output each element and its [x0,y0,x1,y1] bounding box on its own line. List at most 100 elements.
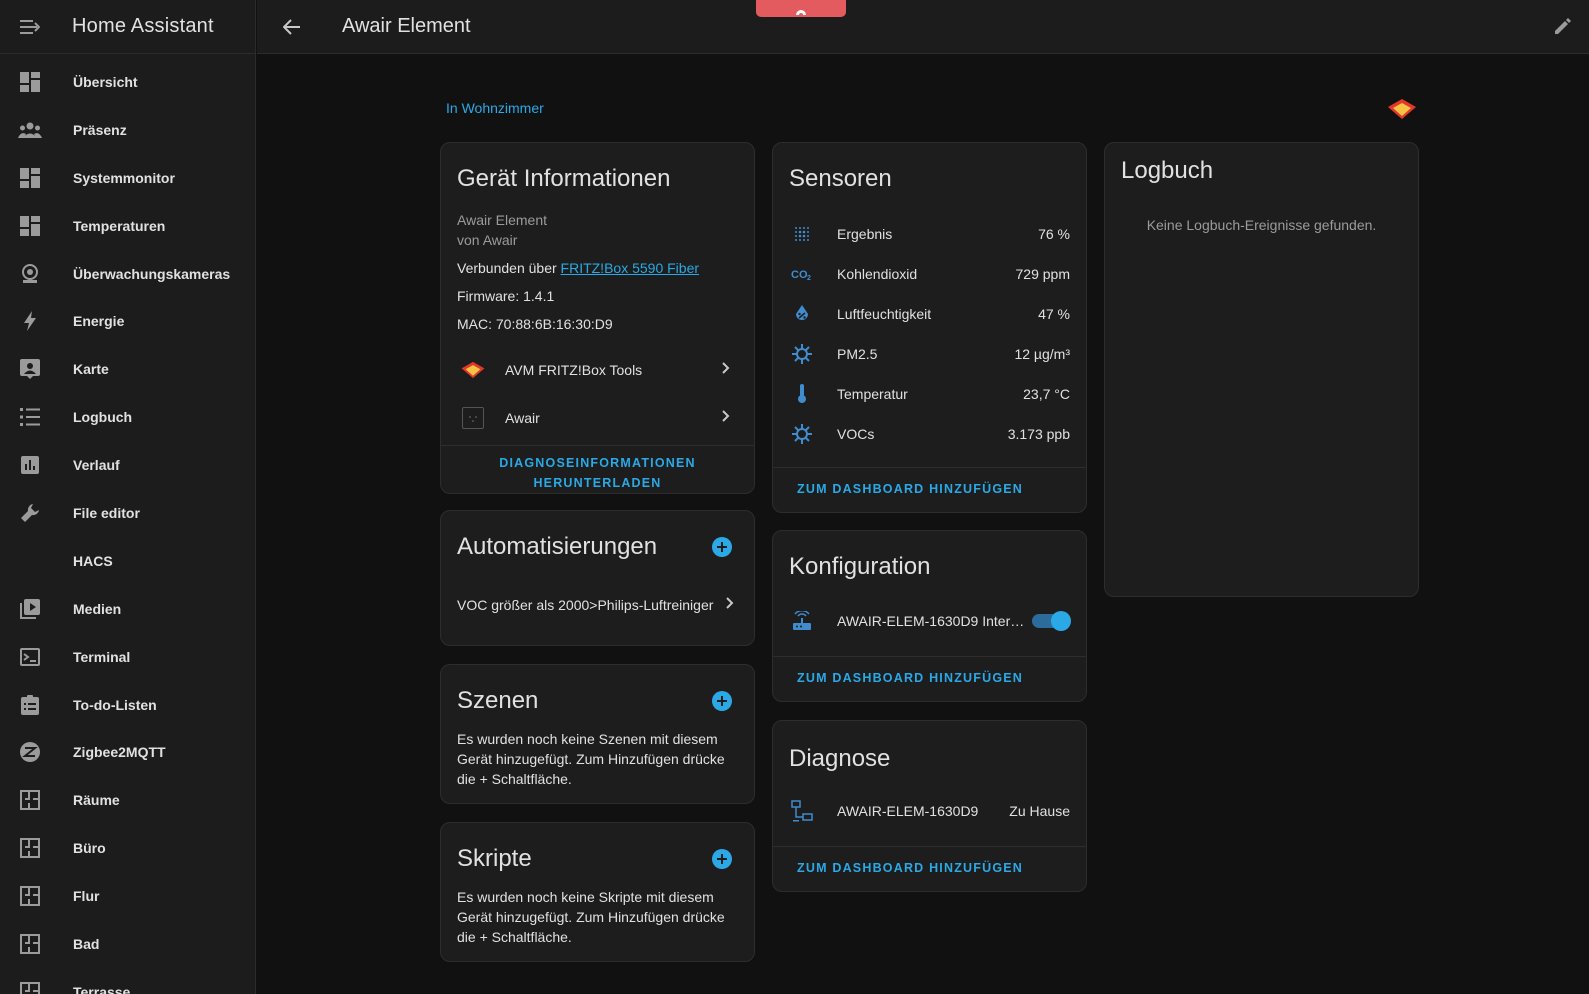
integration-row-awair[interactable]: Awair [441,400,754,436]
card-divider [441,445,754,446]
device-model: Awair Element [457,212,548,228]
sensor-row[interactable]: Luftfeuchtigkeit 47 % [773,299,1086,329]
sensor-label: Ergebnis [837,226,893,242]
sidebar-item-verlauf[interactable]: Verlauf [0,441,255,489]
configuration-add-to-dashboard-button[interactable]: ZUM DASHBOARD HINZUFÜGEN [797,671,1023,685]
sensor-row[interactable]: PM2.5 12 µg/m³ [773,339,1086,369]
sensors-add-to-dashboard-button[interactable]: ZUM DASHBOARD HINZUFÜGEN [797,482,1023,496]
sidebar-item-uebersicht[interactable]: Übersicht [0,58,255,106]
configuration-row: AWAIR-ELEM-1630D9 Inter… [773,603,1086,639]
integration-row-fritz[interactable]: AVM FRITZ!Box Tools [441,352,754,388]
floor-plan-icon [18,836,42,860]
sidebar-item-label: HACS [73,552,113,569]
sidebar-item-logbuch[interactable]: Logbuch [0,393,255,441]
account-box-icon [18,357,42,381]
sensor-row[interactable]: CO 2 Kohlendioxid 729 ppm [773,259,1086,289]
sidebar-item-label: File editor [73,504,140,521]
sidebar-item-buero[interactable]: Büro [0,824,255,872]
sidebar-item-label: Systemmonitor [73,169,175,186]
sidebar-item-raeume[interactable]: Räume [0,776,255,824]
chevron-right-icon [722,361,730,379]
virus-icon [791,343,813,365]
card-title: Diagnose [789,745,891,772]
connected-via-link[interactable]: FRITZ!Box 5590 Fiber [561,260,700,276]
card-title: Automatisierungen [457,533,658,560]
back-arrow-icon[interactable] [280,15,304,39]
sidebar-header: Home Assistant [0,0,255,54]
alert-tab[interactable] [756,0,846,17]
sidebar-item-medien[interactable]: Medien [0,585,255,633]
wrench-icon [18,501,42,525]
sidebar-item-label: To-do-Listen [73,696,157,713]
add-script-button[interactable] [712,849,732,869]
card-title: Szenen [457,687,539,714]
area-link[interactable]: In Wohnzimmer [446,100,544,116]
logbook-empty-text: Keine Logbuch-Ereignisse gefunden. [1146,217,1377,233]
sensor-label: Temperatur [837,386,908,402]
sidebar-item-flur[interactable]: Flur [0,872,255,920]
card-title: Sensoren [789,165,892,192]
sidebar-item-zigbee2mqtt[interactable]: Zigbee2MQTT [0,728,255,776]
integration-label: Awair [505,410,540,426]
connected-via-label: Verbunden über [457,260,561,276]
sensor-value: 3.173 ppb [1007,426,1070,442]
automation-label: VOC größer als 2000>Philips-Luftreiniger [457,597,714,613]
card-divider [773,846,1086,847]
alert-tab-icon [796,9,806,15]
sensor-row[interactable]: Temperatur 23,7 °C [773,379,1086,409]
floor-plan-icon [18,884,42,908]
webcam-icon [18,262,42,286]
configuration-toggle[interactable] [1032,611,1071,631]
sensor-value: 47 % [1038,306,1070,322]
sensor-value: 23,7 °C [1023,386,1070,402]
chevron-right-icon [726,596,734,614]
sensor-value: 76 % [1038,226,1070,242]
pencil-icon[interactable] [1553,16,1575,38]
sidebar-item-ueberwachungskameras[interactable]: Überwachungskameras [0,250,255,298]
svg-text:CO: CO [791,269,808,281]
chart-box-icon [18,453,42,477]
device-mac: MAC: 70:88:6B:16:30:D9 [457,316,613,332]
automation-row[interactable]: VOC größer als 2000>Philips-Luftreiniger [441,587,754,623]
sensor-row[interactable]: Ergebnis 76 % [773,219,1086,249]
sidebar-item-praesenz[interactable]: Präsenz [0,106,255,154]
thermometer-icon [791,383,813,405]
sidebar-item-terminal[interactable]: Terminal [0,633,255,681]
download-diagnostics-button[interactable]: DIAGNOSEINFORMATIONEN HERUNTERLADEN [441,453,754,493]
sensor-row[interactable]: VOCs 3.173 ppb [773,419,1086,449]
lightning-icon [18,309,42,333]
scenes-empty-text: Es wurden noch keine Szenen mit diesem G… [457,731,725,787]
sidebar-item-todo[interactable]: To-do-Listen [0,681,255,729]
scripts-empty-text: Es wurden noch keine Skripte mit diesem … [457,889,725,945]
device-info-card: Gerät Informationen Awair Element von Aw… [440,142,755,494]
sensor-label: VOCs [837,426,875,442]
sidebar-item-file-editor[interactable]: File editor [0,489,255,537]
sidebar-item-bad[interactable]: Bad [0,920,255,968]
card-title: Logbuch [1121,157,1214,184]
diagnose-add-to-dashboard-button[interactable]: ZUM DASHBOARD HINZUFÜGEN [797,861,1023,875]
diagnose-card: Diagnose AWAIR-ELEM-1630D9 Zu Hause ZUM … [772,720,1087,892]
download-diagnostics-line2: HERUNTERLADEN [533,476,662,490]
app-title: Home Assistant [72,15,214,37]
top-app-bar: Awair Element [257,0,1589,54]
sidebar-item-temperaturen[interactable]: Temperaturen [0,202,255,250]
sidebar-item-label: Temperaturen [73,217,166,234]
diagnose-row[interactable]: AWAIR-ELEM-1630D9 Zu Hause [773,793,1086,829]
device-manufacturer: von Awair [457,232,518,248]
sidebar-item-hacs[interactable]: HACS [0,537,255,585]
sensor-value: 12 µg/m³ [1014,346,1070,362]
sidebar-item-karte[interactable]: Karte [0,345,255,393]
menu-open-icon[interactable] [19,16,41,38]
floor-plan-icon [18,932,42,956]
clipboard-list-icon [18,693,42,717]
add-scene-button[interactable] [712,691,732,711]
sidebar-item-energie[interactable]: Energie [0,297,255,345]
dashboard-icon [18,214,42,238]
sidebar-item-terrasse[interactable]: Terrasse [0,968,255,994]
sidebar-item-label: Präsenz [73,121,127,138]
sensors-card: Sensoren Ergebnis 76 % CO 2 Kohlendioxid … [772,142,1087,513]
sidebar-item-label: Büro [73,840,106,857]
add-automation-button[interactable] [712,537,732,557]
card-divider [773,467,1086,468]
sidebar-item-systemmonitor[interactable]: Systemmonitor [0,154,255,202]
